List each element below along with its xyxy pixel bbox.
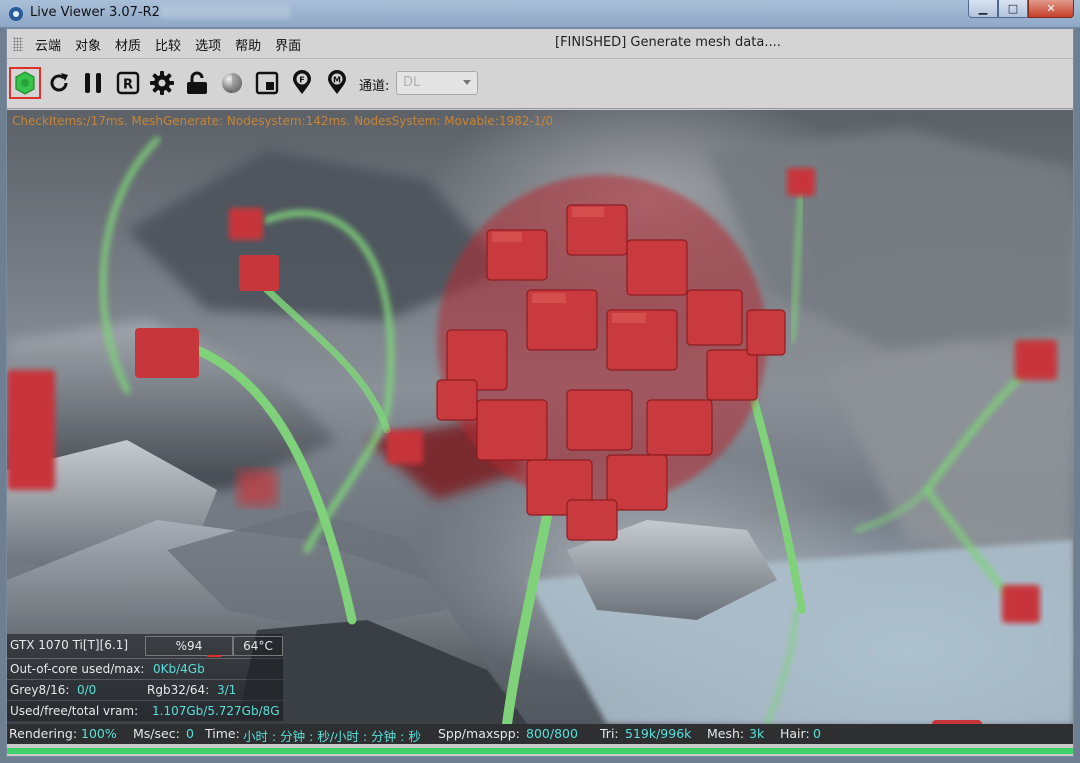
maximize-button[interactable]: □	[998, 0, 1028, 18]
gpu-load-value: %94	[175, 639, 203, 653]
render-status-message: [FINISHED] Generate mesh data....	[555, 35, 781, 50]
region-icon: R	[116, 71, 140, 95]
region-render-button[interactable]: R	[112, 67, 144, 99]
menu-item-compare[interactable]: 比较	[155, 35, 181, 54]
lock-icon	[187, 71, 207, 94]
gpu-load-bar	[207, 655, 221, 657]
ms-per-sec-value: 0	[186, 726, 194, 741]
gpu-temperature: 64°C	[233, 636, 283, 656]
gpu-info-overlay: GTX 1070 Ti[T][6.1] %94 64°C	[7, 634, 283, 658]
toolbar: R F M 通道: DL	[7, 59, 1073, 109]
mesh-value: 3k	[749, 726, 765, 741]
mesh-label: Mesh:	[707, 726, 745, 741]
ms-per-sec-label: Ms/sec:	[133, 726, 180, 741]
out-of-core-value: 0Kb/4Gb	[153, 662, 205, 676]
render-viewport[interactable]: CheckItems:/17ms. MeshGenerate: Nodesyst…	[7, 110, 1073, 724]
menu-bar: 云端 对象 材质 比较 选项 帮助 界面 [FINISHED] Generate…	[7, 29, 1073, 59]
hair-value: 0	[813, 726, 821, 741]
window-icon	[255, 71, 279, 95]
svg-text:M: M	[333, 76, 341, 85]
vram-label: Used/free/total vram:	[10, 704, 139, 718]
channel-label: 通道:	[359, 79, 390, 94]
rgb-value: 3/1	[217, 683, 237, 697]
chevron-down-icon	[463, 80, 471, 85]
app-logo-icon	[9, 7, 23, 21]
settings-icon	[150, 71, 174, 95]
hair-label: Hair:	[780, 726, 810, 741]
gpu-load: %94	[145, 636, 233, 656]
minimize-button[interactable]: ▁	[968, 0, 998, 18]
send-scene-button[interactable]	[9, 67, 41, 99]
menu-item-objects[interactable]: 对象	[75, 35, 101, 54]
menu-item-materials[interactable]: 材质	[115, 35, 141, 54]
spp-label: Spp/maxspp:	[438, 726, 520, 741]
out-of-core-label: Out-of-core used/max:	[10, 662, 145, 676]
rendering-label: Rendering:	[9, 726, 78, 741]
grey-label: Grey8/16:	[10, 683, 70, 697]
spp-value: 800/800	[526, 726, 578, 741]
menu-item-help[interactable]: 帮助	[235, 35, 261, 54]
render-progress-bar	[7, 746, 1073, 756]
texture-count-row: Grey8/16: 0/0 Rgb32/64: 3/1	[7, 680, 283, 700]
menu-item-options[interactable]: 选项	[195, 35, 221, 54]
focus-picker-button[interactable]: F	[286, 67, 318, 99]
time-value: 小时 : 分钟 : 秒/小时 : 分钟 : 秒	[243, 729, 421, 744]
focus-pick-icon: F	[293, 70, 311, 94]
svg-text:F: F	[299, 76, 304, 85]
window-mode-button[interactable]	[251, 67, 283, 99]
send-scene-icon	[15, 71, 35, 95]
material-pick-icon: M	[328, 70, 346, 94]
progress-fill	[7, 748, 1073, 754]
blurred-region	[160, 5, 290, 19]
menu-item-cloud[interactable]: 云端	[35, 35, 61, 54]
material-picker-button[interactable]: M	[321, 67, 353, 99]
lock-button[interactable]	[181, 67, 213, 99]
maximize-icon: □	[1007, 2, 1019, 15]
restart-render-button[interactable]	[43, 67, 75, 99]
close-button[interactable]: ✕	[1028, 0, 1074, 18]
menu-grip-icon[interactable]	[13, 37, 23, 51]
time-label: Time:	[205, 726, 240, 741]
out-of-core-row: Out-of-core used/max: 0Kb/4Gb	[7, 659, 283, 679]
gpu-name: GTX 1070 Ti[T][6.1]	[10, 638, 129, 652]
rendered-scene	[7, 130, 1073, 724]
tri-label: Tri:	[600, 726, 619, 741]
live-viewer-window: 云端 对象 材质 比较 选项 帮助 界面 [FINISHED] Generate…	[6, 28, 1074, 757]
settings-button[interactable]	[146, 67, 178, 99]
debug-timing-text: CheckItems:/17ms. MeshGenerate: Nodesyst…	[12, 114, 554, 128]
channel-select[interactable]: DL	[396, 71, 478, 95]
vram-value: 1.107Gb/5.727Gb/8G	[152, 704, 280, 718]
pause-render-button[interactable]	[77, 67, 109, 99]
window-title: Live Viewer 3.07-R2	[30, 5, 160, 20]
gpu-temperature-value: 64°C	[243, 639, 273, 653]
rgb-label: Rgb32/64:	[147, 683, 210, 697]
grey-value: 0/0	[77, 683, 97, 697]
restart-icon	[50, 73, 68, 92]
minimize-icon: ▁	[978, 2, 988, 15]
material-preview-button[interactable]	[216, 67, 248, 99]
menu-item-interface[interactable]: 界面	[275, 35, 301, 54]
tri-value: 519k/996k	[625, 726, 692, 741]
svg-text:R: R	[123, 78, 133, 93]
channel-select-value: DL	[403, 75, 421, 90]
material-ball-icon	[222, 73, 242, 93]
close-icon: ✕	[1046, 2, 1056, 15]
pause-icon	[85, 73, 101, 93]
rendering-value: 100%	[81, 726, 117, 741]
render-status-bar: Rendering: 100% Ms/sec: 0 Time: 小时 : 分钟 …	[7, 724, 1073, 744]
vram-row: Used/free/total vram: 1.107Gb/5.727Gb/8G	[7, 701, 283, 721]
window-titlebar: Live Viewer 3.07-R2 ▁ □ ✕	[0, 0, 1080, 28]
